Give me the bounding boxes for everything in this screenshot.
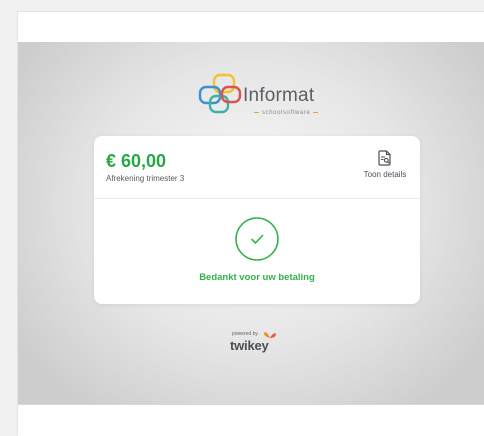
browser-window: Informat schoolsoftware € 60,00 Afrekeni… [17, 11, 484, 436]
powered-by-twikey: powered by twikey [230, 331, 290, 355]
bottom-bar [18, 404, 484, 436]
powered-by-label: powered by [232, 331, 258, 337]
payment-card: € 60,00 Afrekening trimester 3 Toon deta… [94, 136, 420, 304]
document-search-icon [378, 150, 391, 166]
payment-page: Informat schoolsoftware € 60,00 Afrekeni… [18, 42, 484, 404]
payment-description: Afrekening trimester 3 [106, 174, 185, 183]
show-details-label: Toon details [363, 170, 407, 179]
check-circle-icon [235, 217, 279, 261]
brand-name: Informat [243, 85, 315, 106]
brand-tagline: schoolsoftware [251, 110, 321, 116]
payment-amount: € 60,00 [106, 151, 167, 171]
informat-logo: Informat schoolsoftware [198, 72, 338, 122]
twikey-butterfly-icon [264, 332, 276, 338]
show-details-button[interactable]: Toon details [350, 150, 420, 186]
payment-summary: € 60,00 Afrekening trimester 3 Toon deta… [94, 136, 420, 199]
informat-logo-icon [198, 73, 242, 114]
payment-success-message: Bedankt voor uw betaling [199, 272, 315, 283]
